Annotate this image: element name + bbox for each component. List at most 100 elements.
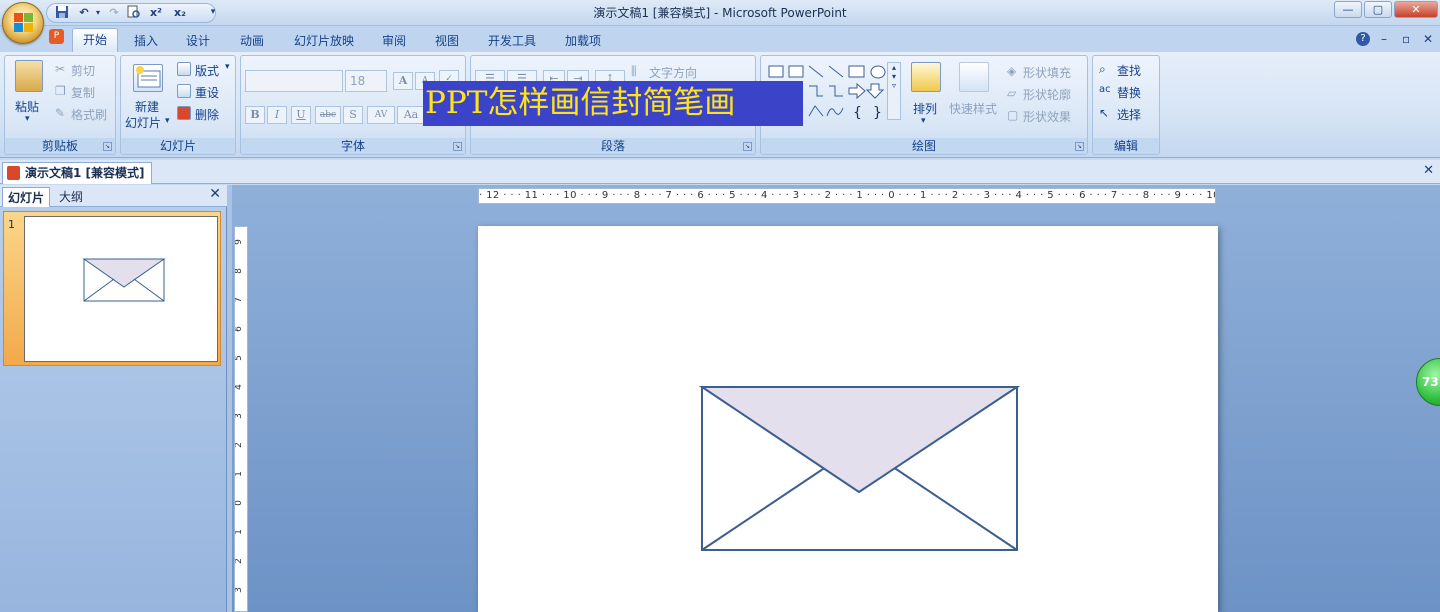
text-direction-button[interactable]: 文字方向 <box>649 64 697 81</box>
cut-icon[interactable]: ✂ <box>55 62 65 76</box>
copy-icon[interactable]: ❐ <box>55 84 66 98</box>
delete-slide-button[interactable]: 删除 <box>195 106 219 123</box>
svg-text:}: } <box>873 105 882 121</box>
select-icon[interactable]: ↖ <box>1099 106 1109 120</box>
tab-home[interactable]: 开始 <box>72 28 119 52</box>
pane-close-icon[interactable]: ✕ <box>209 186 221 202</box>
slides-pane: 幻灯片 大纲 ✕ 1 <box>0 185 227 612</box>
vruler-label: 1 <box>234 471 244 477</box>
slide-thumbnail[interactable] <box>24 216 218 362</box>
shapes-gallery-scrollbar[interactable]: ▴ ▾ ▿ <box>887 62 901 120</box>
delete-slide-icon[interactable] <box>177 106 191 120</box>
title-bar: ↶ ▾ ↷ x² x₂ ▾ 演示文稿1 [兼容模式] - Microsoft P… <box>0 0 1440 26</box>
reset-icon[interactable] <box>177 84 191 98</box>
new-slide-label-1[interactable]: 新建 <box>135 98 159 115</box>
select-button[interactable]: 选择 <box>1117 106 1141 123</box>
new-slide-label-2[interactable]: 幻灯片 <box>125 114 161 131</box>
help-icon[interactable]: ? <box>1356 32 1370 46</box>
layout-dropdown-icon[interactable]: ▾ <box>225 62 230 72</box>
arrange-button[interactable]: 排列 <box>913 100 937 117</box>
tab-review[interactable]: 审阅 <box>372 30 416 52</box>
tab-view[interactable]: 视图 <box>425 30 469 52</box>
find-icon[interactable]: ⌕ <box>1099 62 1106 77</box>
group-label-font: 字体 <box>241 138 465 154</box>
restore-button[interactable]: ▢ <box>1364 1 1392 18</box>
tab-addins[interactable]: 加载项 <box>555 30 611 52</box>
paste-icon[interactable] <box>15 60 43 92</box>
pane-splitter[interactable] <box>227 185 232 612</box>
slide-thumbnail-selected[interactable]: 1 <box>3 211 221 366</box>
text-direction-icon[interactable]: ⫼ <box>631 64 637 79</box>
tab-animation[interactable]: 动画 <box>230 30 274 52</box>
change-case-button[interactable]: Aa <box>397 106 425 124</box>
group-label-slides: 幻灯片 <box>121 138 235 154</box>
document-tab[interactable]: 演示文稿1 [兼容模式] <box>2 162 152 184</box>
paste-button[interactable]: 粘贴 <box>15 98 39 115</box>
shape-fill-icon[interactable]: ◈ <box>1007 64 1016 78</box>
shape-outline-icon[interactable]: ▱ <box>1007 86 1016 100</box>
vruler-label: 3 <box>234 413 244 419</box>
vruler-label: 6 <box>234 326 244 332</box>
presentation-icon <box>7 166 20 180</box>
tab-slides[interactable]: 幻灯片 <box>2 187 51 207</box>
bold-button[interactable]: B <box>245 106 265 124</box>
vruler-label: 0 <box>234 500 244 506</box>
group-drawing: { } ▴ ▾ ▿ 排列 ▾ 快速样式 ◈ 形状填充 ▱ 形状轮廓 ▢ 形状效果 绘… <box>760 55 1088 155</box>
shape-effects-icon[interactable]: ▢ <box>1007 108 1018 122</box>
strikethrough-button[interactable]: abc <box>315 106 341 124</box>
document-close-icon[interactable]: ✕ <box>1423 163 1434 178</box>
ribbon-close-button[interactable]: ✕ <box>1423 32 1433 46</box>
shape-effects-button[interactable]: 形状效果 <box>1023 108 1071 125</box>
vruler-label: 8 <box>234 268 244 274</box>
office-button[interactable] <box>2 2 44 44</box>
group-label-clipboard: 剪贴板 <box>5 138 115 154</box>
tab-design[interactable]: 设计 <box>176 30 220 52</box>
shape-outline-button[interactable]: 形状轮廓 <box>1023 86 1071 103</box>
replace-icon[interactable]: ac <box>1099 84 1111 95</box>
font-launcher-icon[interactable]: ↘ <box>453 142 462 151</box>
reset-button[interactable]: 重设 <box>195 84 219 101</box>
envelope-drawing[interactable] <box>478 226 1218 612</box>
copy-button[interactable]: 复制 <box>71 84 95 101</box>
quick-styles-icon[interactable] <box>959 62 989 92</box>
quick-styles-button[interactable]: 快速样式 <box>949 100 997 117</box>
font-name-combo[interactable] <box>245 70 343 92</box>
group-label-editing: 编辑 <box>1093 138 1159 154</box>
slide-canvas[interactable] <box>478 226 1218 612</box>
tab-slideshow[interactable]: 幻灯片放映 <box>284 30 364 52</box>
new-slide-icon[interactable] <box>133 64 163 92</box>
tab-outline[interactable]: 大纲 <box>54 187 88 207</box>
shadow-button[interactable]: S <box>343 106 363 124</box>
group-slides: 新建 幻灯片 ▾ 版式 ▾ 重设 删除 幻灯片 <box>120 55 236 155</box>
font-size-combo[interactable]: 18 <box>345 70 387 92</box>
grow-font-button[interactable]: A <box>393 72 413 90</box>
document-tab-label: 演示文稿1 [兼容模式] <box>25 166 145 180</box>
tab-insert[interactable]: 插入 <box>124 30 168 52</box>
drawing-launcher-icon[interactable]: ↘ <box>1075 142 1084 151</box>
char-spacing-button[interactable]: AV <box>367 106 395 124</box>
underline-button[interactable]: U <box>291 106 311 124</box>
shape-fill-button[interactable]: 形状填充 <box>1023 64 1071 81</box>
vruler-label: 1 <box>234 529 244 535</box>
find-button[interactable]: 查找 <box>1117 62 1141 79</box>
layout-icon[interactable] <box>177 62 191 76</box>
tab-developer[interactable]: 开发工具 <box>478 30 546 52</box>
cut-button[interactable]: 剪切 <box>71 62 95 79</box>
clipboard-launcher-icon[interactable]: ↘ <box>103 142 112 151</box>
paste-dropdown-icon[interactable]: ▾ <box>25 114 30 124</box>
arrange-icon[interactable] <box>911 62 941 92</box>
paragraph-launcher-icon[interactable]: ↘ <box>743 142 752 151</box>
arrange-dropdown-icon[interactable]: ▾ <box>921 116 926 126</box>
layout-button[interactable]: 版式 <box>195 62 219 79</box>
minimize-button[interactable]: — <box>1334 1 1362 18</box>
ribbon-restore-button[interactable]: ▫ <box>1402 32 1410 46</box>
close-button[interactable]: ✕ <box>1394 1 1438 18</box>
format-painter-icon[interactable]: ✎ <box>55 106 65 120</box>
office-logo-icon <box>14 13 34 33</box>
replace-button[interactable]: 替换 <box>1117 84 1141 101</box>
format-painter-button[interactable]: 格式刷 <box>71 106 107 123</box>
powerpoint-small-icon: P <box>49 29 64 44</box>
ribbon-minimize-button[interactable]: – <box>1381 32 1387 46</box>
new-slide-dropdown-icon[interactable]: ▾ <box>165 116 170 126</box>
italic-button[interactable]: I <box>267 106 287 124</box>
